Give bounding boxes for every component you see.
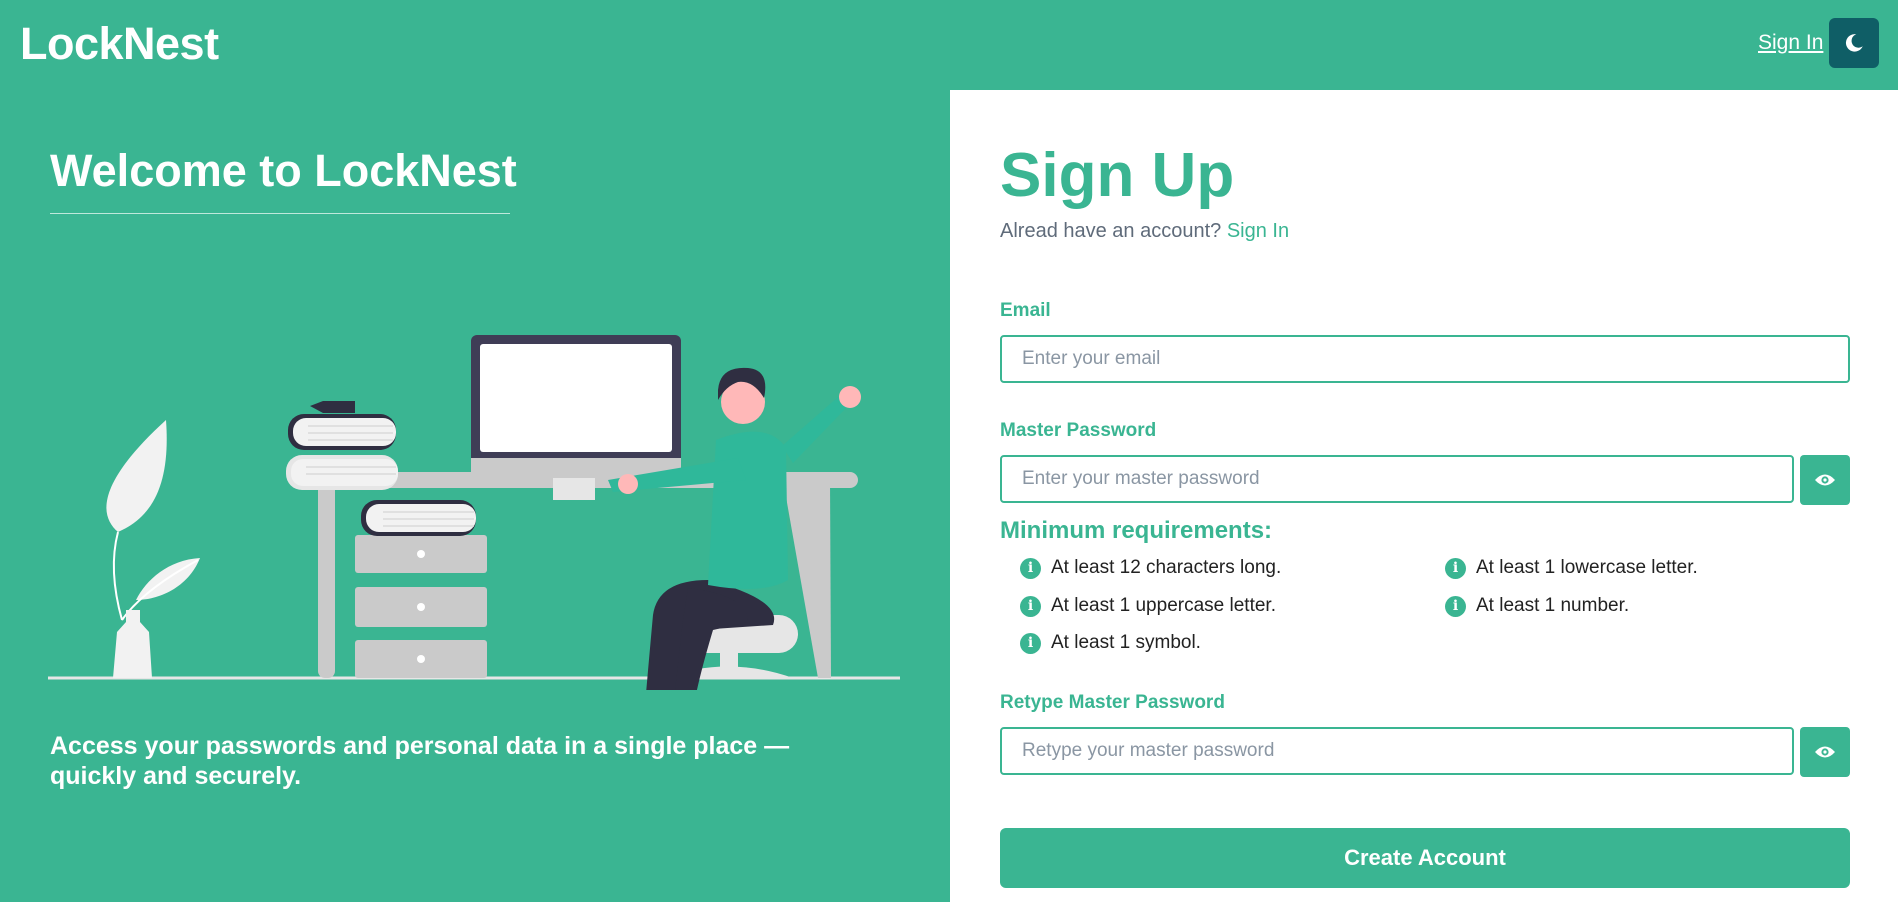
requirement-item: i At least 1 symbol. xyxy=(1020,632,1201,654)
requirement-text: At least 1 uppercase letter. xyxy=(1051,595,1276,616)
retype-password-label: Retype Master Password xyxy=(1000,692,1225,713)
eye-icon xyxy=(1815,746,1835,758)
requirements-title: Minimum requirements: xyxy=(1000,517,1273,544)
info-icon: i xyxy=(1445,595,1466,617)
requirement-item: i At least 12 characters long. xyxy=(1020,557,1281,579)
requirement-text: At least 12 characters long. xyxy=(1051,557,1282,578)
requirement-text: At least 1 symbol. xyxy=(1051,632,1201,653)
signin-link[interactable]: Sign In xyxy=(1227,220,1289,242)
info-icon: i xyxy=(1020,557,1041,579)
desk-illustration xyxy=(48,335,900,690)
hero-tagline: Access your passwords and personal data … xyxy=(50,732,790,790)
hero-panel: Welcome to LockNest Access your password… xyxy=(0,90,950,902)
info-icon: i xyxy=(1020,632,1041,654)
requirement-item: i At least 1 uppercase letter. xyxy=(1020,595,1276,617)
requirement-text: At least 1 number. xyxy=(1476,595,1630,616)
have-account-text: Alread have an account? xyxy=(1000,220,1222,242)
have-account-line: Alread have an account? Sign In xyxy=(1000,220,1289,243)
info-icon: i xyxy=(1445,557,1466,579)
create-account-button[interactable]: Create Account xyxy=(1000,828,1850,888)
email-input[interactable] xyxy=(1000,335,1850,383)
title-divider xyxy=(50,213,510,214)
hero-title: Welcome to LockNest xyxy=(50,145,517,196)
requirement-item: i At least 1 lowercase letter. xyxy=(1445,557,1698,579)
signup-title: Sign Up xyxy=(1000,141,1235,210)
info-icon: i xyxy=(1020,595,1041,617)
top-bar: LockNest Sign In xyxy=(0,0,1898,90)
signup-panel: Sign Up Alread have an account? Sign In … xyxy=(950,90,1898,902)
requirement-item: i At least 1 number. xyxy=(1445,595,1629,617)
eye-icon xyxy=(1815,474,1835,486)
master-password-input[interactable] xyxy=(1000,455,1794,503)
retype-password-input[interactable] xyxy=(1000,727,1794,775)
email-label: Email xyxy=(1000,300,1051,321)
moon-icon xyxy=(1845,34,1863,52)
brand-logo[interactable]: LockNest xyxy=(20,18,219,70)
requirement-text: At least 1 lowercase letter. xyxy=(1476,557,1698,578)
theme-toggle-button[interactable] xyxy=(1829,18,1879,68)
show-password-button[interactable] xyxy=(1800,455,1850,505)
header-sign-in-link[interactable]: Sign In xyxy=(1758,31,1823,55)
show-retype-password-button[interactable] xyxy=(1800,727,1850,777)
master-password-label: Master Password xyxy=(1000,420,1157,441)
